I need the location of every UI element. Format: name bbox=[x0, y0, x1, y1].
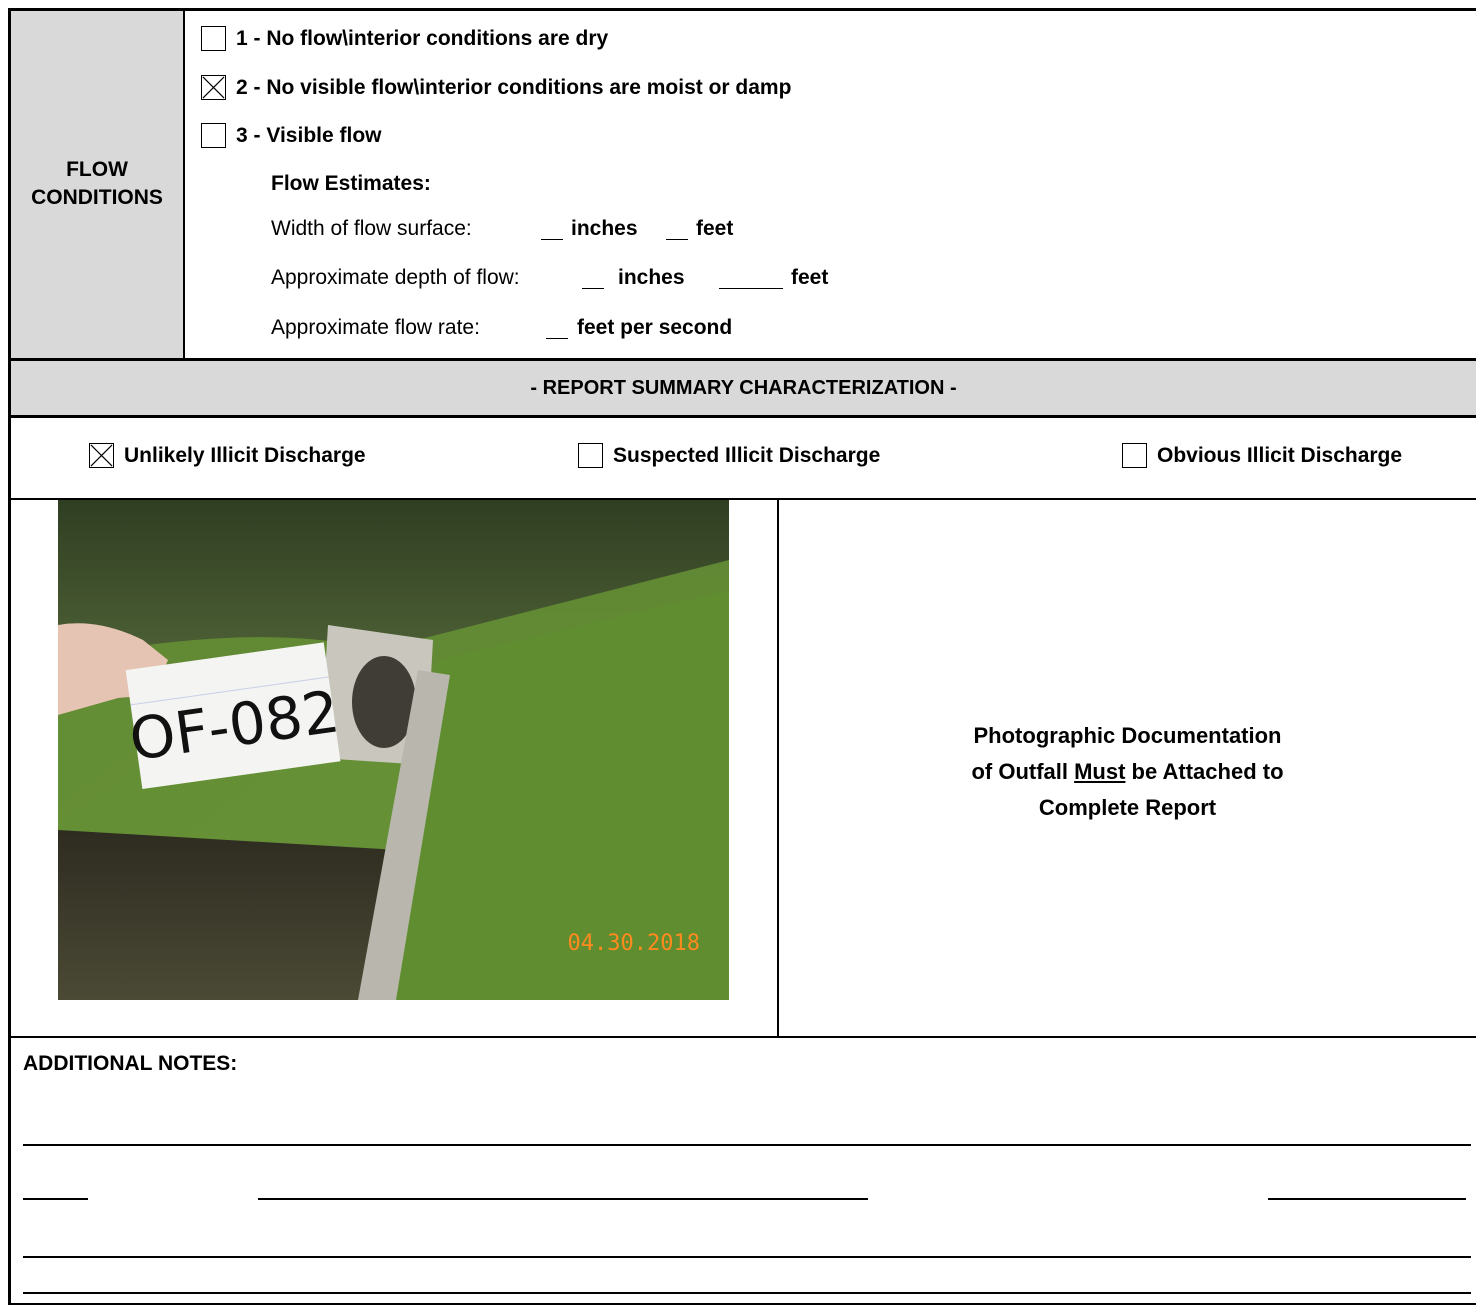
obvious-discharge-checkbox[interactable] bbox=[1122, 443, 1147, 468]
flow-rate-blank[interactable] bbox=[546, 319, 568, 339]
notes-top-border bbox=[8, 1036, 1476, 1038]
outfall-photo: OF-082 04.30.2018 bbox=[58, 500, 729, 1000]
width-feet-blank[interactable] bbox=[666, 220, 688, 240]
photo-doc-must: Must bbox=[1074, 759, 1126, 784]
flow-option-2-checkbox[interactable] bbox=[201, 75, 226, 100]
depth-of-flow-label: Approximate depth of flow: bbox=[271, 266, 520, 289]
flow-conditions-label: FLOW CONDITIONS bbox=[11, 156, 183, 212]
unlikely-discharge-checkbox[interactable] bbox=[89, 443, 114, 468]
depth-feet-unit: feet bbox=[791, 266, 829, 289]
flow-estimates-title: Flow Estimates: bbox=[271, 172, 431, 195]
frame-bottom bbox=[8, 1303, 1476, 1305]
unlikely-discharge-label: Unlikely Illicit Discharge bbox=[124, 444, 366, 467]
flow-option-1-label: 1 - No flow\interior conditions are dry bbox=[236, 27, 609, 50]
notes-line-2b[interactable] bbox=[258, 1198, 868, 1200]
photo-documentation-note: Photographic Documentation of Outfall Mu… bbox=[779, 718, 1476, 826]
photo-doc-line2-pre: of Outfall bbox=[971, 759, 1075, 784]
photo-date-stamp: 04.30.2018 bbox=[568, 931, 700, 956]
additional-notes-label: ADDITIONAL NOTES: bbox=[23, 1052, 238, 1075]
frame-top bbox=[8, 8, 1476, 11]
notes-line-2c[interactable] bbox=[1268, 1198, 1466, 1200]
flow-rate-row: Approximate flow rate: bbox=[271, 315, 480, 341]
photo-doc-line3: Complete Report bbox=[1038, 795, 1217, 820]
width-inches-blank[interactable] bbox=[541, 220, 563, 240]
depth-inches-blank[interactable] bbox=[582, 269, 604, 289]
depth-feet-blank[interactable] bbox=[719, 269, 783, 289]
notes-line-4[interactable] bbox=[23, 1292, 1471, 1294]
flow-conditions-label-line2: CONDITIONS bbox=[31, 186, 163, 209]
notes-line-3[interactable] bbox=[23, 1256, 1471, 1258]
width-of-flow-row: Width of flow surface: bbox=[271, 216, 472, 242]
width-inches-unit: inches bbox=[571, 217, 638, 240]
notes-line-1[interactable] bbox=[23, 1144, 1471, 1146]
photo-doc-line1: Photographic Documentation bbox=[973, 723, 1282, 748]
flow-rate-unit: feet per second bbox=[577, 316, 733, 339]
flow-option-2-label: 2 - No visible flow\interior conditions … bbox=[236, 76, 792, 99]
flow-rate-label: Approximate flow rate: bbox=[271, 316, 480, 339]
width-feet-unit: feet bbox=[696, 217, 734, 240]
flow-option-3-label: 3 - Visible flow bbox=[236, 124, 382, 147]
flow-option-3-checkbox[interactable] bbox=[201, 123, 226, 148]
outfall-photo-image: OF-082 04.30.2018 bbox=[58, 500, 729, 1000]
depth-of-flow-row: Approximate depth of flow: bbox=[271, 265, 520, 291]
obvious-discharge-label: Obvious Illicit Discharge bbox=[1157, 444, 1403, 467]
suspected-discharge-checkbox[interactable] bbox=[578, 443, 603, 468]
photo-doc-line2: of Outfall Must be Attached to bbox=[779, 754, 1476, 790]
flow-label-divider bbox=[183, 11, 185, 358]
summary-bottom-border bbox=[8, 415, 1476, 418]
flow-option-1-checkbox[interactable] bbox=[201, 26, 226, 51]
width-of-flow-label: Width of flow surface: bbox=[271, 217, 472, 240]
suspected-discharge-label: Suspected Illicit Discharge bbox=[613, 444, 881, 467]
photo-doc-line2-post: be Attached to bbox=[1125, 759, 1284, 784]
notes-line-2a[interactable] bbox=[23, 1198, 88, 1200]
check-x-icon bbox=[90, 444, 113, 467]
depth-inches-unit: inches bbox=[618, 266, 685, 289]
summary-header-text: - REPORT SUMMARY CHARACTERIZATION - bbox=[530, 377, 957, 399]
summary-header: - REPORT SUMMARY CHARACTERIZATION - bbox=[11, 361, 1476, 415]
flow-conditions-label-line1: FLOW bbox=[66, 158, 128, 181]
check-x-icon bbox=[202, 76, 225, 99]
